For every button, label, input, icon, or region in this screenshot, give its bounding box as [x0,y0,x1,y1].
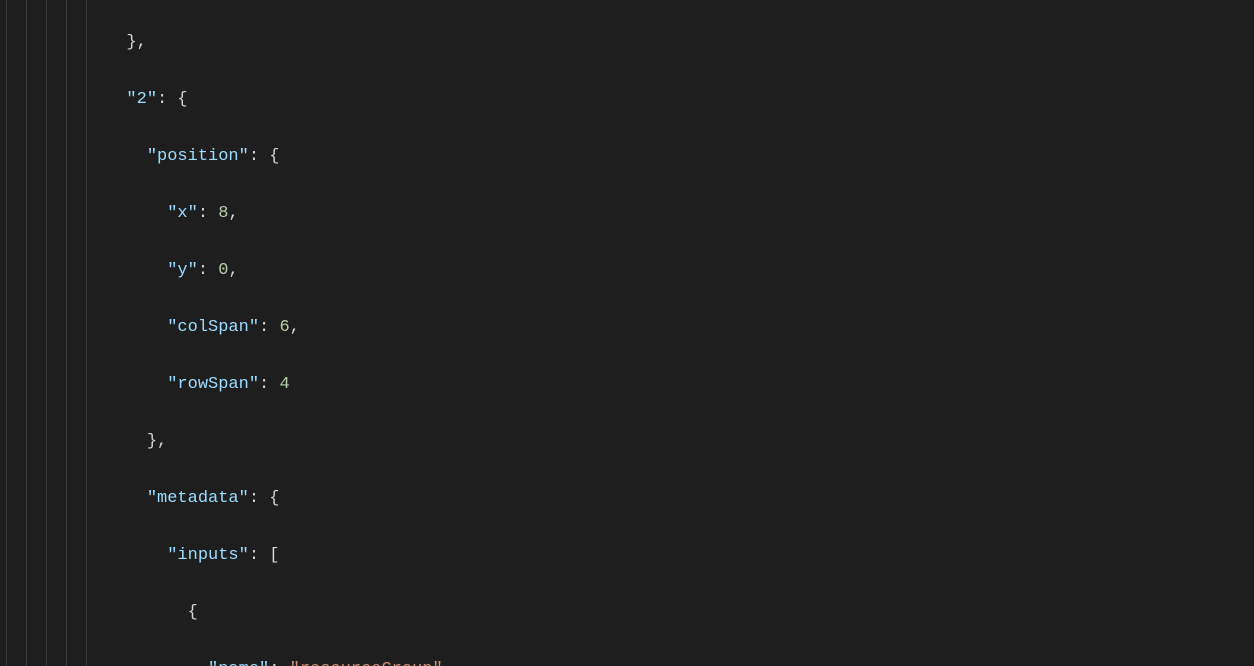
code-line[interactable]: "position": { [106,143,1254,172]
json-key: metadata [157,489,239,508]
code-line[interactable]: { [106,599,1254,628]
json-number: 4 [279,375,289,394]
json-key: position [157,147,239,166]
code-editor[interactable]: }, "2": { "position": { "x": 8, "y": 0, … [0,0,1254,666]
code-line[interactable]: "rowSpan": 4 [106,371,1254,400]
code-line[interactable]: }, [106,428,1254,457]
json-key: inputs [177,546,238,565]
json-string: resourceGroup [300,660,433,666]
json-number: 0 [218,261,228,280]
code-block[interactable]: }, "2": { "position": { "x": 8, "y": 0, … [106,0,1254,666]
json-key: colSpan [177,318,248,337]
indent-guides [0,0,106,666]
code-line[interactable]: "colSpan": 6, [106,314,1254,343]
code-line[interactable]: "x": 8, [106,200,1254,229]
json-key: name [218,660,259,666]
json-key: x [177,204,187,223]
code-line[interactable]: "y": 0, [106,257,1254,286]
json-number: 6 [279,318,289,337]
code-line[interactable]: }, [106,29,1254,58]
json-number: 8 [218,204,228,223]
code-line[interactable]: "metadata": { [106,485,1254,514]
code-line[interactable]: "2": { [106,86,1254,115]
json-key: 2 [137,90,147,109]
code-line[interactable]: "inputs": [ [106,542,1254,571]
code-line[interactable]: "name": "resourceGroup", [106,656,1254,666]
json-key: rowSpan [177,375,248,394]
json-key: y [177,261,187,280]
